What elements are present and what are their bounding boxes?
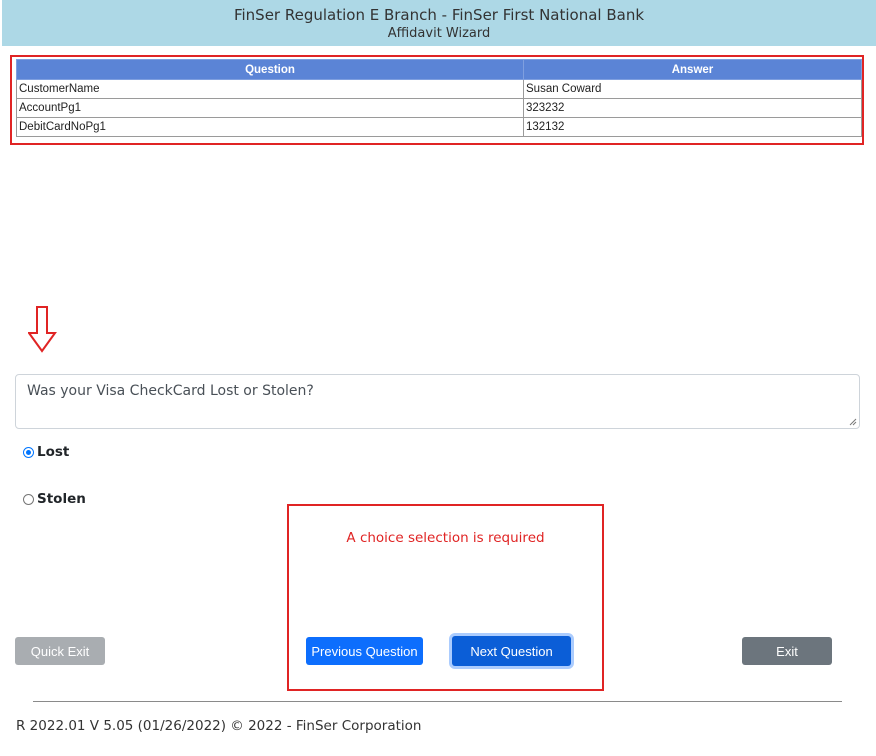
down-arrow-outline-icon [28,306,57,353]
footer-divider [33,701,842,702]
choice-lost[interactable]: Lost [23,444,69,460]
table-row: CustomerName Susan Coward [16,79,862,99]
stolen-radio[interactable] [23,493,34,505]
answer-cell: 132132 [523,117,862,137]
app-title: FinSer Regulation E Branch - FinSer Firs… [233,6,645,24]
exit-button[interactable]: Exit [742,637,832,665]
previous-question-button[interactable]: Previous Question [306,637,423,665]
lost-radio[interactable] [23,446,34,458]
question-text: Was your Visa CheckCard Lost or Stolen? [27,383,314,399]
table-row: DebitCardNoPg1 132132 [16,117,862,137]
choice-stolen[interactable]: Stolen [23,491,86,507]
column-header-question: Question [16,59,524,80]
answer-cell: 323232 [523,98,862,118]
table-row: AccountPg1 323232 [16,98,862,118]
question-cell: DebitCardNoPg1 [16,117,524,137]
answer-cell: Susan Coward [523,79,862,99]
choice-lost-label: Lost [37,444,70,460]
answers-table: Question Answer CustomerName Susan Cowar… [16,59,862,137]
column-header-answer: Answer [523,59,862,80]
quick-exit-button[interactable]: Quick Exit [15,637,105,665]
choice-stolen-label: Stolen [37,491,86,507]
validation-message: A choice selection is required [346,530,545,546]
question-cell: CustomerName [16,79,524,99]
next-question-button[interactable]: Next Question [452,636,571,666]
wizard-subtitle: Affidavit Wizard [387,26,491,41]
question-cell: AccountPg1 [16,98,524,118]
table-header-row: Question Answer [16,59,862,80]
resize-grip-icon[interactable] [849,418,857,426]
footer-version: R 2022.01 V 5.05 (01/26/2022) © 2022 - F… [16,718,422,734]
app-header: FinSer Regulation E Branch - FinSer Firs… [2,0,876,46]
question-textarea[interactable]: Was your Visa CheckCard Lost or Stolen? [15,374,860,429]
answers-table-highlight: Question Answer CustomerName Susan Cowar… [10,55,864,145]
